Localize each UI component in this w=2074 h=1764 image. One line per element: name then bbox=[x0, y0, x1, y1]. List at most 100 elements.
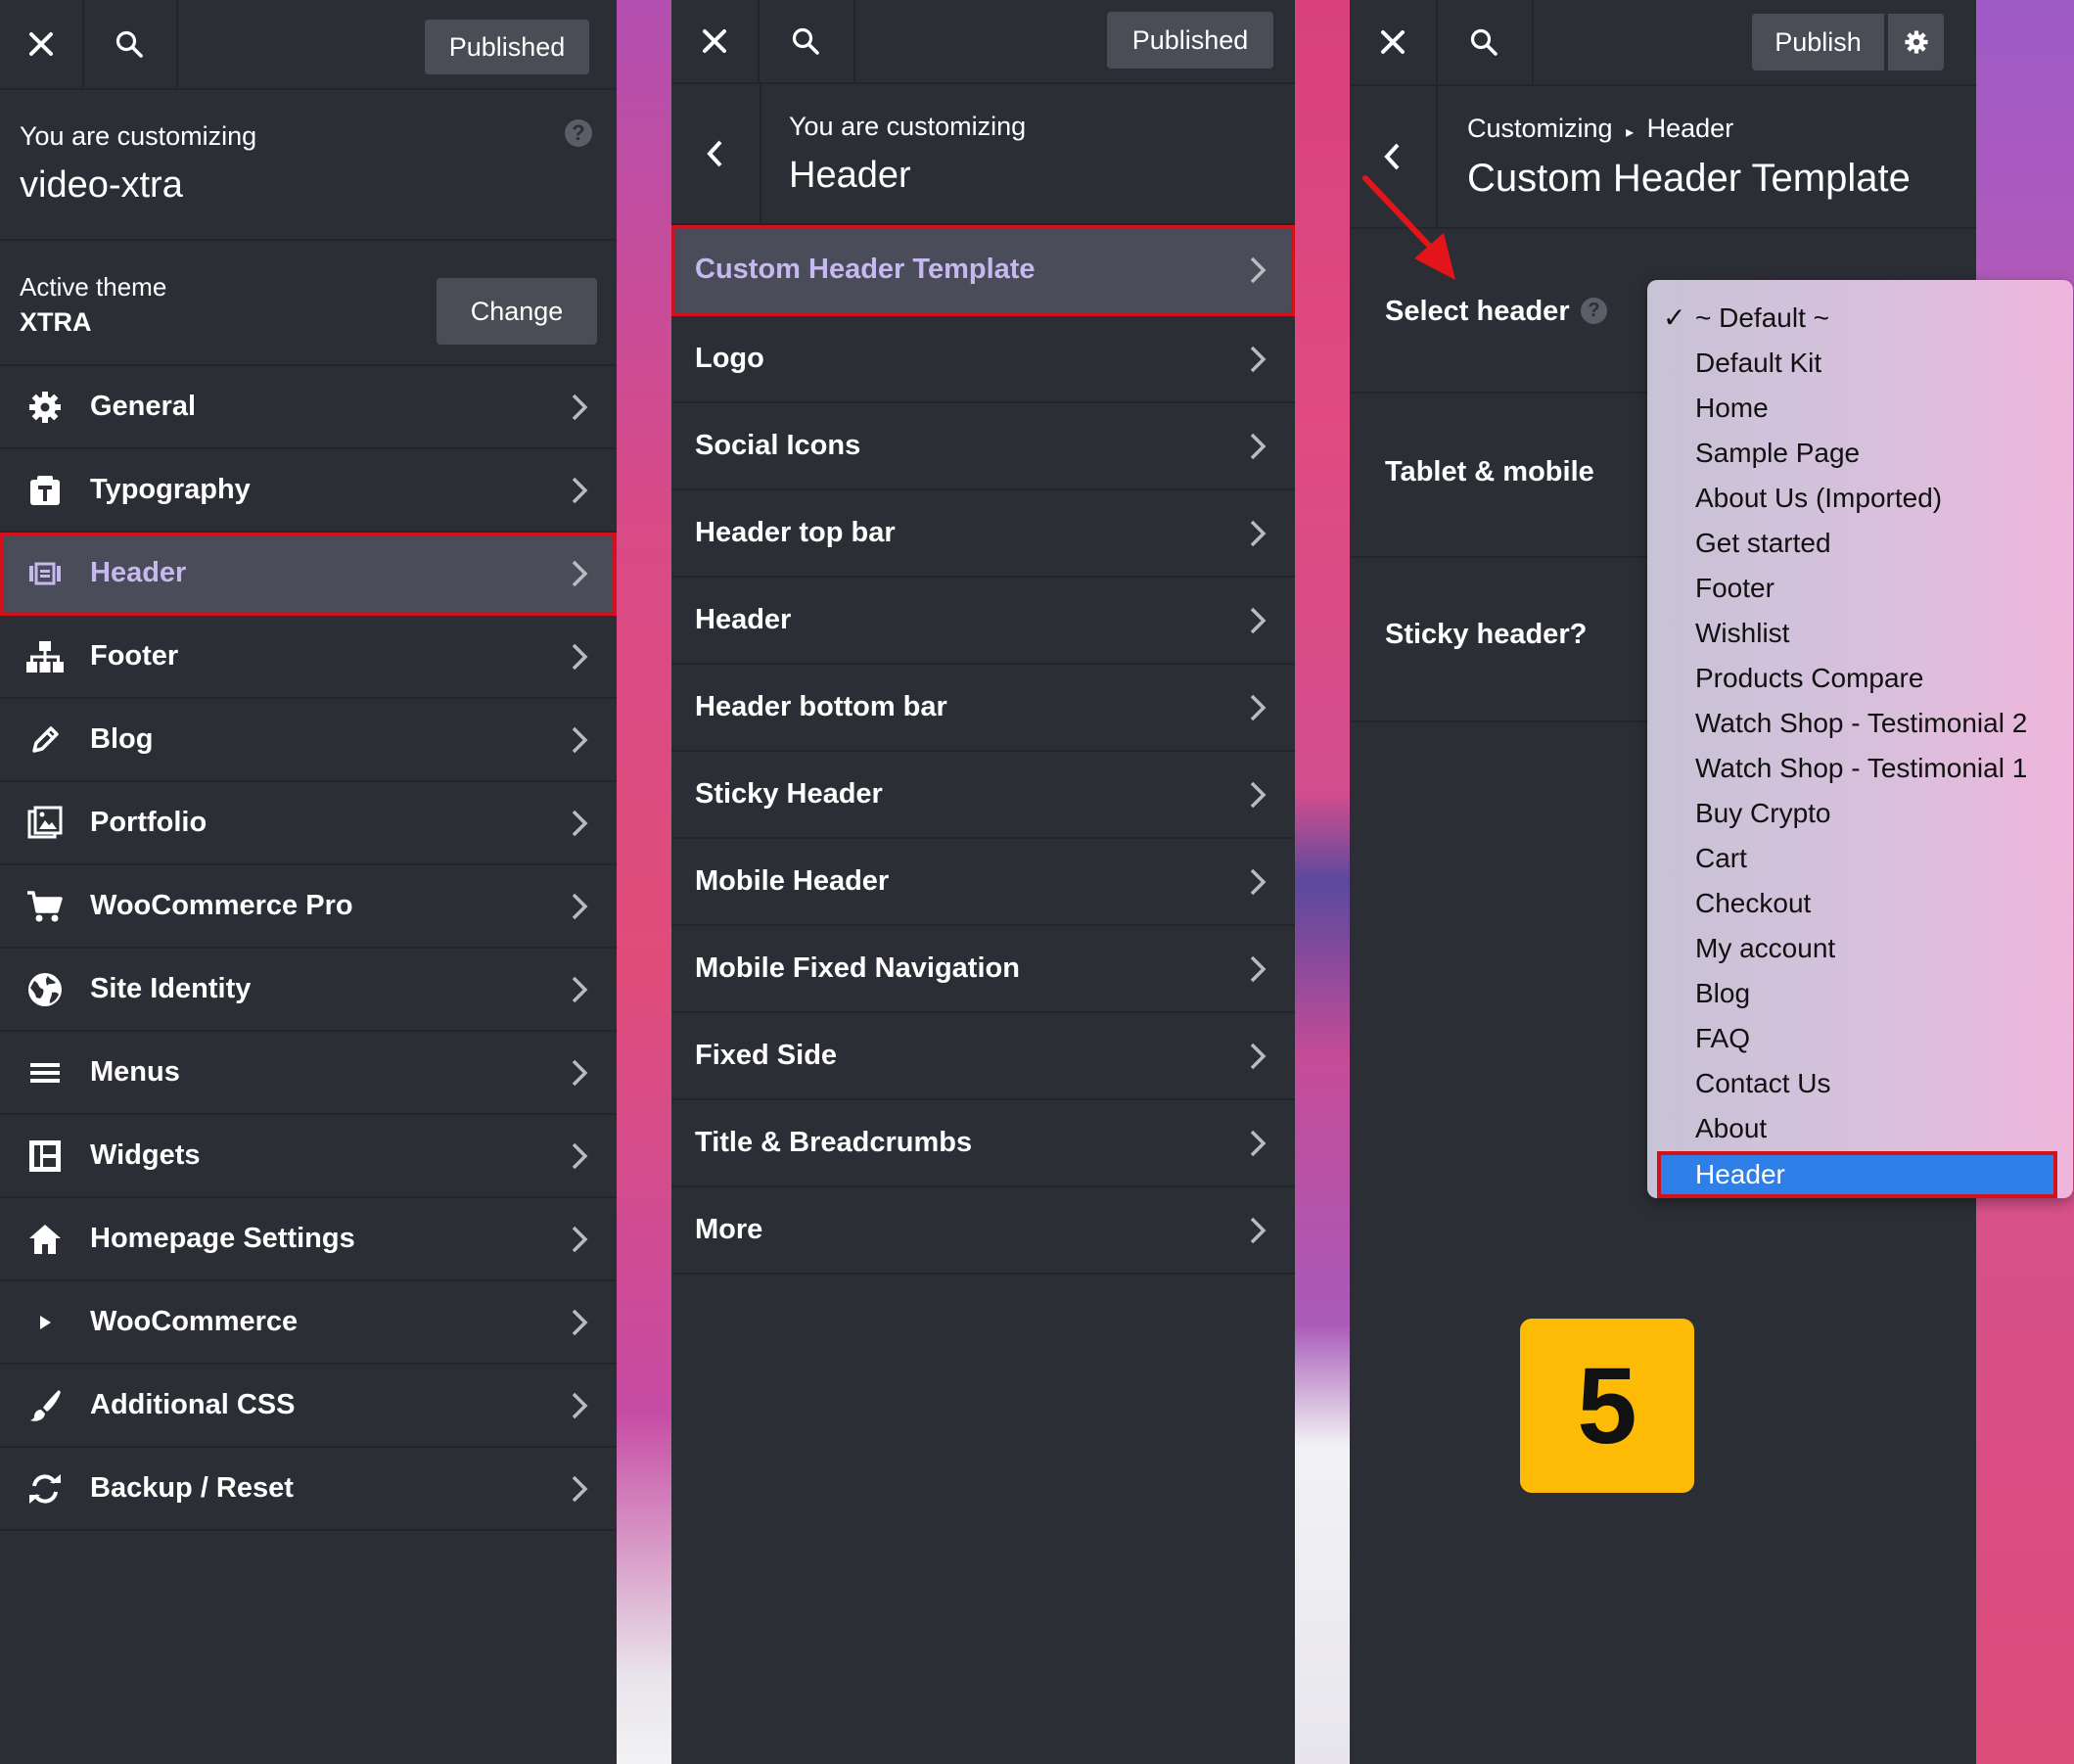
dropdown-option[interactable]: Get started bbox=[1647, 521, 2073, 566]
typography-icon bbox=[0, 474, 90, 507]
menu-item-typography[interactable]: Typography bbox=[0, 449, 617, 533]
menu-item-social-icons[interactable]: Social Icons bbox=[671, 403, 1295, 490]
breadcrumb-root: Customizing bbox=[1467, 114, 1613, 143]
dropdown-option[interactable]: Products Compare bbox=[1647, 656, 2073, 701]
close-icon bbox=[29, 32, 53, 56]
menu-item-site-identity[interactable]: Site Identity bbox=[0, 949, 617, 1032]
chevron-right-icon bbox=[572, 976, 588, 1002]
menu-item-title-breadcrumbs[interactable]: Title & Breadcrumbs bbox=[671, 1100, 1295, 1187]
published-button[interactable]: Published bbox=[425, 20, 589, 74]
menu-item-custom-header-template[interactable]: Custom Header Template bbox=[671, 225, 1295, 316]
dropdown-option[interactable]: About bbox=[1647, 1106, 2073, 1151]
menu-label: Fixed Side bbox=[695, 1040, 838, 1071]
sticky-header-label: Sticky header? bbox=[1385, 619, 1588, 650]
select-header-dropdown[interactable]: ✓ ~ Default ~ Default Kit Home Sample Pa… bbox=[1647, 280, 2073, 1198]
chevron-right-icon bbox=[1250, 781, 1267, 808]
customizer-panel-main: Published You are customizing video-xtra… bbox=[0, 0, 617, 1764]
option-label: Wishlist bbox=[1695, 618, 1790, 648]
dropdown-option[interactable]: Blog bbox=[1647, 971, 2073, 1016]
menu-item-header[interactable]: Header bbox=[0, 533, 617, 616]
refresh-icon bbox=[0, 1472, 90, 1506]
menu-item-additional-css[interactable]: Additional CSS bbox=[0, 1365, 617, 1448]
chevron-right-icon bbox=[1250, 955, 1267, 982]
breadcrumb-separator: ▸ bbox=[1626, 124, 1635, 141]
menu-item-logo[interactable]: Logo bbox=[671, 316, 1295, 403]
search-icon bbox=[1470, 28, 1498, 56]
option-label: Cart bbox=[1695, 843, 1747, 873]
chevron-right-icon bbox=[572, 1392, 588, 1418]
published-button[interactable]: Published bbox=[1107, 12, 1273, 69]
dropdown-option[interactable]: Watch Shop - Testimonial 1 bbox=[1647, 746, 2073, 791]
globe-icon bbox=[0, 971, 90, 1008]
gear-icon bbox=[1904, 30, 1928, 54]
menu-item-header-top-bar[interactable]: Header top bar bbox=[671, 490, 1295, 578]
dropdown-option[interactable]: Sample Page bbox=[1647, 431, 2073, 476]
option-label: Watch Shop - Testimonial 2 bbox=[1695, 708, 2028, 738]
chevron-right-icon bbox=[1250, 433, 1267, 459]
menu-item-footer[interactable]: Footer bbox=[0, 616, 617, 699]
publish-button[interactable]: Publish bbox=[1752, 14, 1884, 70]
close-button[interactable] bbox=[1350, 0, 1438, 84]
option-label: Sample Page bbox=[1695, 438, 1861, 468]
dropdown-option[interactable]: Wishlist bbox=[1647, 611, 2073, 656]
option-label: Products Compare bbox=[1695, 663, 1924, 693]
menu-item-homepage-settings[interactable]: Homepage Settings bbox=[0, 1198, 617, 1281]
menu-item-widgets[interactable]: Widgets bbox=[0, 1115, 617, 1198]
menu-item-backup-reset[interactable]: Backup / Reset bbox=[0, 1448, 617, 1531]
menu-item-mobile-fixed-navigation[interactable]: Mobile Fixed Navigation bbox=[671, 926, 1295, 1013]
dropdown-option-selected[interactable]: Header bbox=[1657, 1151, 2057, 1198]
customizer-panel-header: Published You are customizing Header Cus… bbox=[671, 0, 1295, 1764]
back-button[interactable] bbox=[671, 84, 761, 223]
dropdown-option[interactable]: About Us (Imported) bbox=[1647, 476, 2073, 521]
menu-item-header-bottom-bar[interactable]: Header bottom bar bbox=[671, 665, 1295, 752]
menu-item-general[interactable]: General bbox=[0, 366, 617, 449]
dropdown-option[interactable]: Cart bbox=[1647, 836, 2073, 881]
dropdown-option[interactable]: Checkout bbox=[1647, 881, 2073, 926]
menu-item-mobile-header[interactable]: Mobile Header bbox=[671, 839, 1295, 926]
dropdown-option[interactable]: ✓ ~ Default ~ bbox=[1647, 296, 2073, 341]
menu-item-fixed-side[interactable]: Fixed Side bbox=[671, 1013, 1295, 1100]
menu-item-menus[interactable]: Menus bbox=[0, 1032, 617, 1115]
search-button[interactable] bbox=[758, 0, 855, 82]
dropdown-option[interactable]: Home bbox=[1647, 386, 2073, 431]
menu-label: Portfolio bbox=[90, 807, 207, 838]
menu-label: Header top bar bbox=[695, 517, 896, 548]
menu-item-blog[interactable]: Blog bbox=[0, 699, 617, 782]
dropdown-option[interactable]: Footer bbox=[1647, 566, 2073, 611]
dropdown-option[interactable]: Buy Crypto bbox=[1647, 791, 2073, 836]
home-icon bbox=[0, 1223, 90, 1256]
menu-label: Menus bbox=[90, 1056, 180, 1088]
help-icon[interactable]: ? bbox=[1581, 298, 1607, 324]
section-title: Custom Header Template bbox=[1467, 157, 1911, 200]
help-icon[interactable]: ? bbox=[565, 119, 592, 147]
select-header-label: Select header bbox=[1385, 296, 1570, 327]
customizing-label: You are customizing bbox=[789, 112, 1027, 141]
menu-item-woocommerce-pro[interactable]: WooCommerce Pro bbox=[0, 865, 617, 949]
menu-item-woocommerce[interactable]: WooCommerce bbox=[0, 1281, 617, 1365]
close-button[interactable] bbox=[0, 0, 84, 88]
menu-item-more[interactable]: More bbox=[671, 1187, 1295, 1275]
search-button[interactable] bbox=[82, 0, 178, 88]
dropdown-option[interactable]: Contact Us bbox=[1647, 1061, 2073, 1106]
theme-name: XTRA bbox=[20, 307, 92, 337]
menu-item-header[interactable]: Header bbox=[671, 578, 1295, 665]
pencil-icon bbox=[0, 724, 90, 756]
dropdown-option[interactable]: Watch Shop - Testimonial 2 bbox=[1647, 701, 2073, 746]
menu-label: Social Icons bbox=[695, 430, 861, 461]
search-button[interactable] bbox=[1436, 0, 1534, 84]
dropdown-options: ✓ ~ Default ~ Default Kit Home Sample Pa… bbox=[1647, 296, 2073, 1198]
option-label: Get started bbox=[1695, 528, 1831, 558]
chevron-right-icon bbox=[572, 1475, 588, 1502]
chevron-right-icon bbox=[1250, 1130, 1267, 1156]
close-button[interactable] bbox=[671, 0, 760, 82]
menu-item-sticky-header[interactable]: Sticky Header bbox=[671, 752, 1295, 839]
dropdown-option[interactable]: My account bbox=[1647, 926, 2073, 971]
menu-item-portfolio[interactable]: Portfolio bbox=[0, 782, 617, 865]
publish-settings-button[interactable] bbox=[1888, 14, 1944, 70]
dropdown-option[interactable]: FAQ bbox=[1647, 1016, 2073, 1061]
change-theme-button[interactable]: Change bbox=[437, 278, 597, 345]
annotation-arrow bbox=[1362, 175, 1455, 280]
panel-2-menu: Custom Header Template Logo Social Icons… bbox=[671, 225, 1295, 1275]
dropdown-option[interactable]: Default Kit bbox=[1647, 341, 2073, 386]
chevron-right-icon bbox=[1250, 607, 1267, 633]
